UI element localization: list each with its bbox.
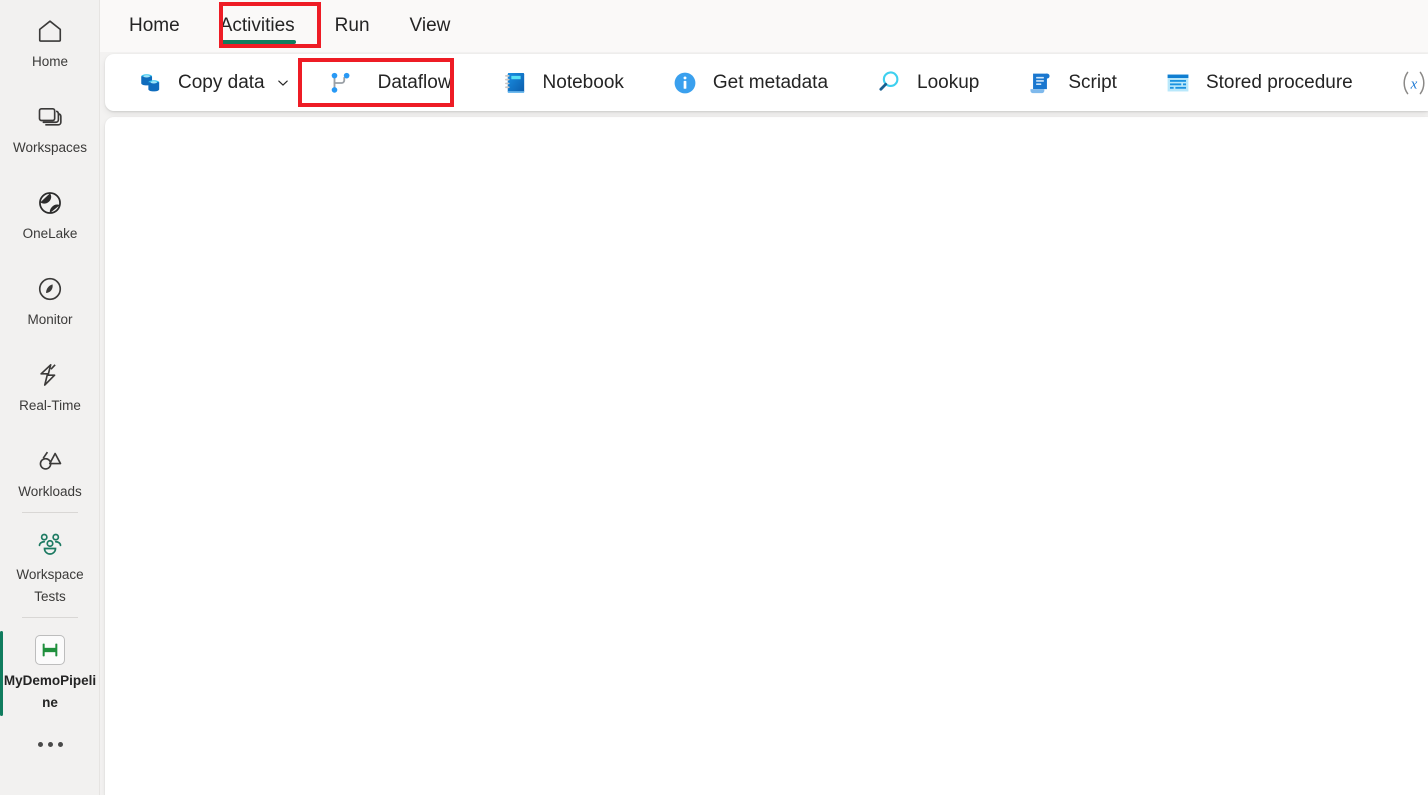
- sidebar-item-label: OneLake: [22, 226, 78, 241]
- home-icon: [33, 14, 67, 48]
- toolbar-item-dataflow[interactable]: Dataflow: [314, 61, 464, 105]
- sidebar-item-label: Monitor: [27, 312, 73, 327]
- toolbar-item-label: Notebook: [542, 71, 624, 93]
- ellipsis-dot: [47, 742, 53, 747]
- sidebar-item-workspace-tests[interactable]: Workspace Tests: [0, 521, 100, 614]
- toolbar-item-get-metadata[interactable]: Get metadata: [658, 61, 840, 105]
- active-indicator: [0, 631, 3, 716]
- sidebar-item-monitor[interactable]: Monitor: [0, 266, 100, 337]
- toolbar-item-label: Stored procedure: [1205, 71, 1353, 93]
- dataflow-icon: [326, 68, 356, 98]
- ribbon-tab-bar: Home Activities Run View: [100, 0, 1428, 52]
- sidebar-item-onelake[interactable]: OneLake: [0, 180, 100, 251]
- toolbar-item-copy-data[interactable]: Copy data: [123, 61, 302, 105]
- left-navigation-rail: Home Workspaces OneLake Monitor Real-Tim…: [0, 0, 100, 795]
- sidebar-item-label: Workloads: [18, 484, 82, 499]
- lookup-icon: [874, 68, 904, 98]
- toolbar-item-stored-procedure[interactable]: Stored procedure: [1151, 61, 1365, 105]
- sidebar-item-label: Home: [31, 54, 68, 69]
- monitor-icon: [33, 272, 67, 306]
- tab-label: Activities: [219, 15, 295, 36]
- copy-data-icon: [135, 68, 165, 98]
- toolbar-item-notebook[interactable]: Notebook: [488, 61, 636, 105]
- toolbar-item-label: Dataflow: [377, 71, 452, 93]
- notebook-icon: [500, 68, 530, 98]
- sidebar-item-workspaces[interactable]: Workspaces: [0, 94, 100, 165]
- workspace-tests-icon: [33, 527, 67, 561]
- toolbar-item-label: Get metadata: [712, 71, 829, 93]
- toolbar-item-label: Copy data: [178, 71, 265, 93]
- toolbar-item-label: Script: [1068, 71, 1117, 93]
- activities-toolbar: Copy data Dataflow Notebook Get metadata…: [105, 54, 1428, 111]
- chevron-down-icon[interactable]: [276, 76, 290, 90]
- stored-procedure-icon: [1163, 68, 1193, 98]
- toolbar-item-set-variable[interactable]: x Set variable: [1387, 61, 1428, 105]
- workspaces-icon: [33, 100, 67, 134]
- sidebar-item-label: Real-Time: [19, 398, 81, 413]
- tab-run[interactable]: Run: [315, 0, 390, 52]
- get-metadata-icon: [670, 68, 700, 98]
- sidebar-item-label: Workspace Tests: [16, 567, 84, 604]
- tab-activities[interactable]: Activities: [200, 0, 315, 52]
- toolbar-item-lookup[interactable]: Lookup: [862, 61, 991, 105]
- tab-view[interactable]: View: [390, 0, 471, 52]
- sidebar-item-label: MyDemoPipeline: [3, 673, 97, 710]
- script-icon: [1025, 68, 1055, 98]
- ellipsis-dot: [57, 742, 63, 747]
- real-time-icon: [33, 358, 67, 392]
- tab-label: View: [409, 15, 451, 36]
- tab-label: Home: [129, 15, 180, 36]
- sidebar-more-button[interactable]: [0, 742, 100, 747]
- sidebar-item-mydemopipeline[interactable]: MyDemoPipeline: [0, 627, 100, 720]
- rail-divider: [21, 512, 78, 513]
- workloads-icon: [33, 444, 67, 478]
- sidebar-item-home[interactable]: Home: [0, 8, 100, 79]
- onelake-icon: [33, 186, 67, 220]
- set-variable-icon: x: [1399, 68, 1428, 98]
- svg-text:x: x: [1409, 76, 1417, 92]
- sidebar-item-workloads[interactable]: Workloads: [0, 438, 100, 509]
- ellipsis-dot: [37, 742, 43, 747]
- tab-underline: [218, 40, 296, 44]
- toolbar-item-label: Lookup: [917, 71, 980, 93]
- sidebar-item-real-time[interactable]: Real-Time: [0, 352, 100, 423]
- tab-label: Run: [334, 15, 370, 36]
- toolbar-item-script[interactable]: Script: [1013, 61, 1129, 105]
- sidebar-item-label: Workspaces: [12, 140, 88, 155]
- tab-home[interactable]: Home: [109, 0, 200, 52]
- pipeline-editor-window: Home Workspaces OneLake Monitor Real-Tim…: [0, 0, 1428, 795]
- pipeline-icon: [33, 633, 67, 667]
- pipeline-canvas[interactable]: [105, 117, 1428, 795]
- rail-divider: [21, 617, 78, 618]
